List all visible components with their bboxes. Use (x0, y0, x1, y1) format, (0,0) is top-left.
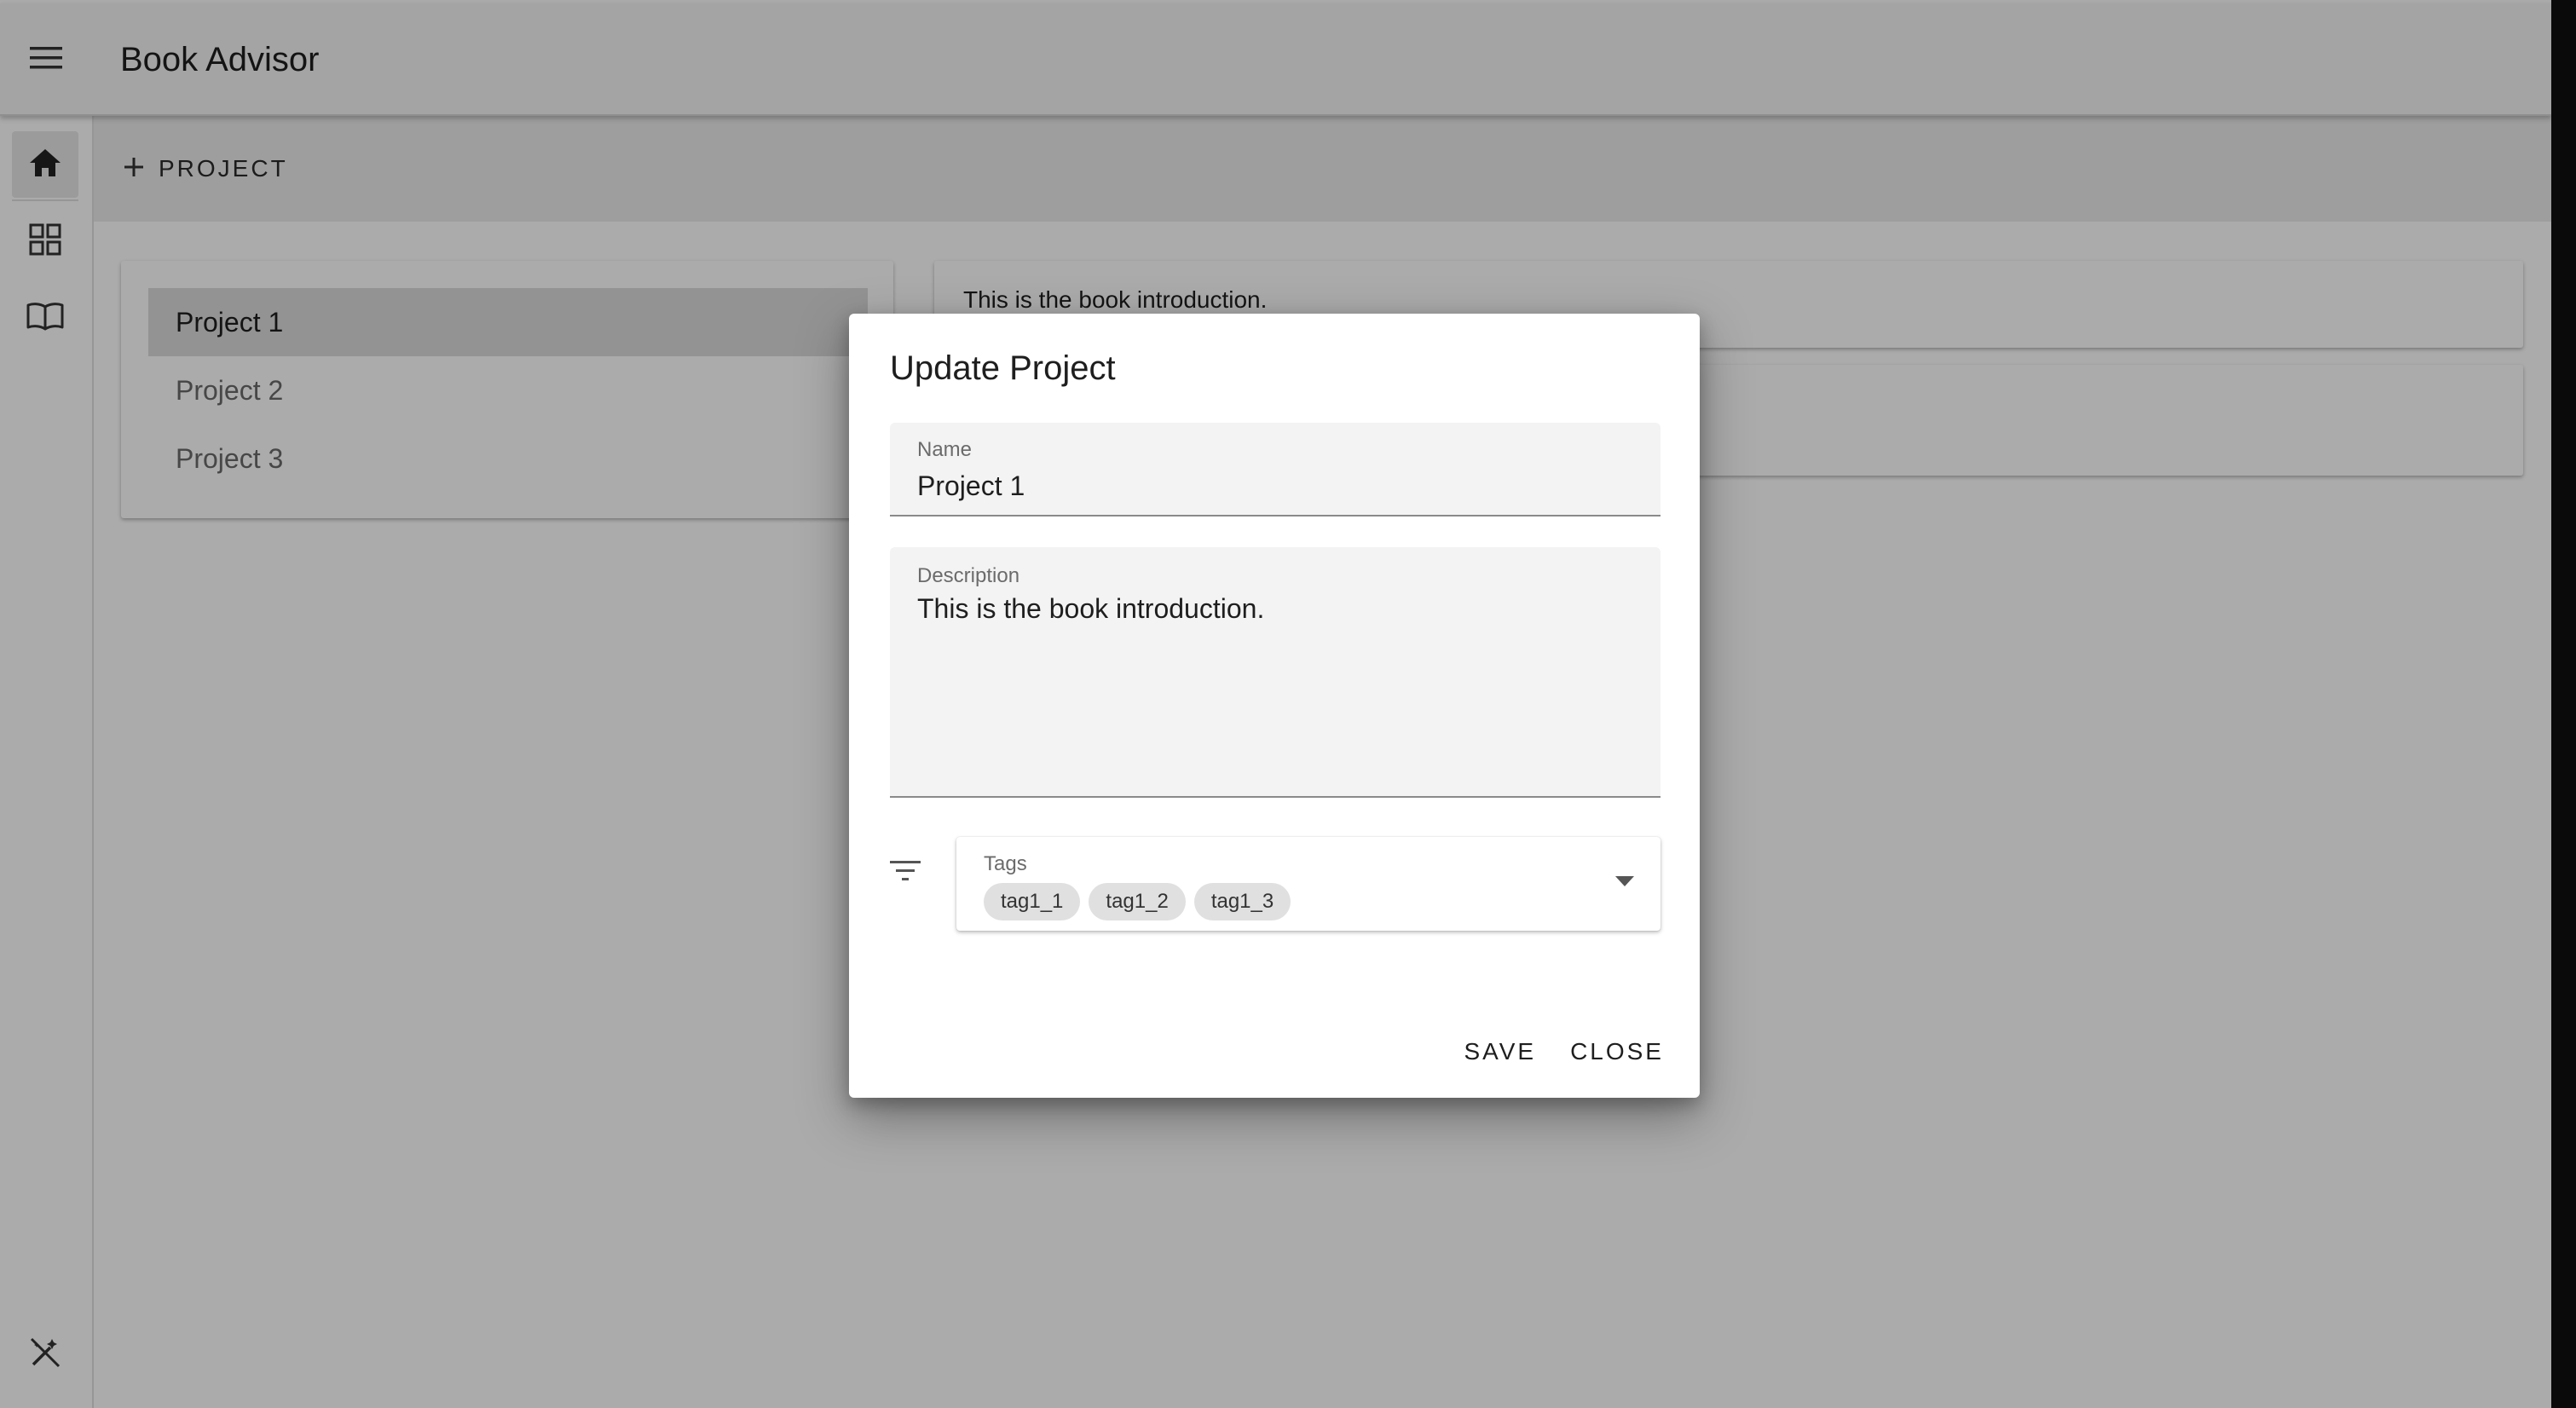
tag-chip[interactable]: tag1_1 (984, 883, 1081, 920)
name-field-label: Name (917, 438, 973, 461)
description-field[interactable]: Description (890, 547, 1661, 798)
save-button[interactable]: SAVE (1455, 1028, 1545, 1076)
close-button[interactable]: CLOSE (1562, 1028, 1672, 1076)
tags-select[interactable]: Tags tag1_1 tag1_2 tag1_3 (956, 837, 1661, 931)
tag-chip[interactable]: tag1_3 (1193, 883, 1291, 920)
update-project-dialog: Update Project Name Description Tags tag… (849, 314, 1700, 1098)
filter-button[interactable] (883, 851, 927, 895)
tag-chips: tag1_1 tag1_2 tag1_3 (984, 883, 1291, 920)
tags-dropdown-button[interactable] (1604, 863, 1645, 903)
window-edge (2551, 0, 2576, 1408)
app-screen: Book Advisor PROJECT Project 1 Project 2… (0, 0, 2551, 1408)
description-textarea[interactable] (917, 593, 1633, 781)
dialog-actions: SAVE CLOSE (1455, 1028, 1672, 1076)
tag-chip[interactable]: tag1_2 (1089, 883, 1186, 920)
arrow-drop-down-icon (1615, 875, 1634, 891)
dialog-title: Update Project (890, 349, 1116, 387)
tags-label: Tags (984, 852, 1027, 875)
name-input[interactable] (917, 470, 1633, 502)
description-field-label: Description (917, 564, 1020, 587)
filter-list-icon (888, 858, 922, 888)
name-field[interactable]: Name (890, 423, 1661, 516)
